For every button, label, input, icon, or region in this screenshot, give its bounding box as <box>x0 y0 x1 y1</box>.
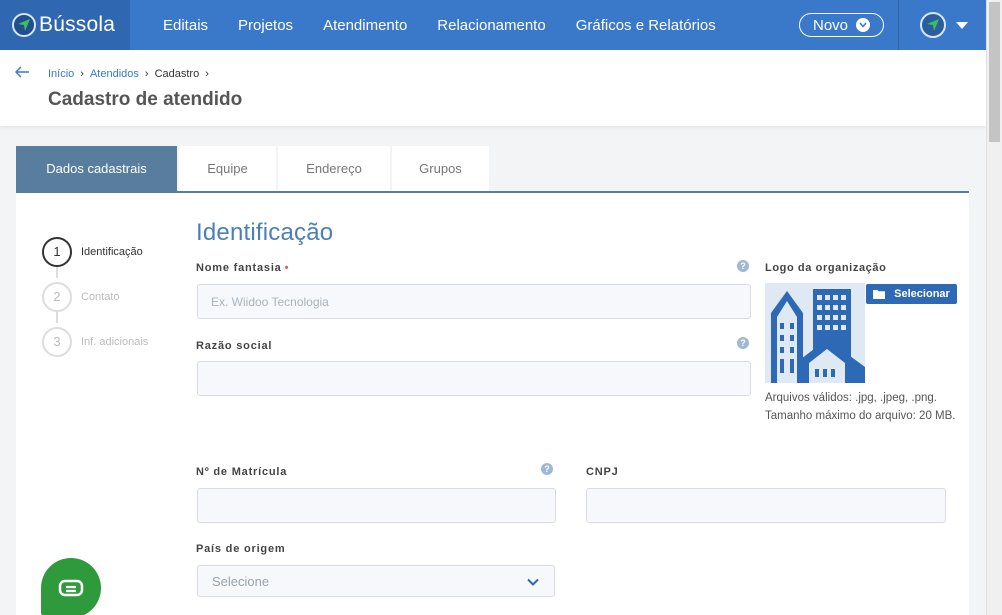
back-arrow-icon[interactable] <box>14 64 30 80</box>
chevron-right-icon: › <box>205 68 209 80</box>
stepper: 1 Identificação 2 Contato 3 Inf. adicion… <box>42 229 148 364</box>
help-icon[interactable]: ? <box>737 337 749 349</box>
tab-equipe[interactable]: Equipe <box>179 146 276 191</box>
scrollbar-thumb[interactable] <box>989 2 1000 142</box>
page-scrollbar[interactable] <box>986 0 1002 615</box>
cnpj-input[interactable] <box>586 488 946 523</box>
caret-down-icon <box>956 21 968 29</box>
page-header: Início › Atendidos › Cadastro › Cadastro… <box>0 50 986 126</box>
breadcrumb: Início › Atendidos › Cadastro › <box>48 68 209 80</box>
folder-icon <box>873 290 886 299</box>
nav-item-graficos-relatorios[interactable]: Gráficos e Relatórios <box>561 17 731 34</box>
select-logo-label: Selecionar <box>894 288 950 300</box>
chevron-down-icon <box>527 578 539 586</box>
logo-file-hint: Arquivos válidos: .jpg, .jpeg, .png. Tam… <box>765 392 956 422</box>
nav-item-editais[interactable]: Editais <box>148 17 223 34</box>
pais-select-value: Selecione <box>212 573 270 589</box>
novo-button[interactable]: Novo <box>799 13 884 37</box>
step-inf-adicionais[interactable]: 3 Inf. adicionais <box>42 319 148 364</box>
nome-fantasia-label-text: Nome fantasia <box>196 262 282 274</box>
help-icon[interactable]: ? <box>541 463 553 475</box>
pais-label: País de origem <box>196 543 286 555</box>
breadcrumb-inicio[interactable]: Início <box>48 68 74 80</box>
cnpj-label: CNPJ <box>586 466 619 478</box>
app-logo[interactable]: Bússola <box>0 0 130 50</box>
help-icon[interactable]: ? <box>737 260 749 272</box>
step-contato[interactable]: 2 Contato <box>42 274 148 323</box>
novo-label: Novo <box>812 16 849 34</box>
user-menu[interactable] <box>920 12 968 38</box>
chat-button[interactable] <box>41 558 101 615</box>
section-title: Identificação <box>196 219 334 246</box>
matricula-input[interactable] <box>197 488 556 523</box>
nav-item-relacionamento[interactable]: Relacionamento <box>422 17 560 34</box>
step-label: Inf. adicionais <box>81 335 149 348</box>
razao-social-input[interactable] <box>197 361 751 396</box>
nome-fantasia-label: Nome fantasia • <box>196 262 289 274</box>
step-number: 2 <box>42 281 72 312</box>
nome-fantasia-input[interactable] <box>197 284 751 319</box>
razao-social-label: Razão social <box>196 340 273 352</box>
app-name: Bússola <box>39 13 116 36</box>
nav-item-atendimento[interactable]: Atendimento <box>308 17 422 34</box>
step-number: 3 <box>42 326 72 357</box>
step-identificacao[interactable]: 1 Identificação <box>42 229 148 278</box>
chevron-right-icon: › <box>80 68 84 80</box>
nav-divider <box>898 0 899 50</box>
breadcrumb-cadastro: Cadastro <box>154 68 200 80</box>
step-number: 1 <box>42 236 72 267</box>
matricula-label: Nº de Matrícula <box>196 466 288 478</box>
tab-endereco[interactable]: Endereço <box>278 146 390 191</box>
tab-dados-cadastrais[interactable]: Dados cadastrais <box>16 146 177 191</box>
nav-item-projetos[interactable]: Projetos <box>223 17 308 34</box>
main-menu: Editais Projetos Atendimento Relacioname… <box>148 0 731 50</box>
tab-grupos[interactable]: Grupos <box>392 146 489 191</box>
avatar <box>920 12 946 38</box>
step-label: Contato <box>81 290 120 303</box>
logo-preview-image <box>765 283 865 383</box>
page-title: Cadastro de atendido <box>48 89 243 110</box>
compass-icon <box>12 13 36 37</box>
select-logo-button[interactable]: Selecionar <box>866 284 957 304</box>
chat-icon <box>58 579 84 597</box>
logo-label: Logo da organização <box>765 262 887 274</box>
top-navbar: Bússola Editais Projetos Atendimento Rel… <box>0 0 986 50</box>
breadcrumb-atendidos[interactable]: Atendidos <box>90 68 139 80</box>
required-mark: • <box>284 262 290 274</box>
step-label: Identificação <box>81 245 143 258</box>
pais-select[interactable]: Selecione <box>197 565 555 597</box>
form-card: 1 Identificação 2 Contato 3 Inf. adicion… <box>16 193 969 615</box>
form-tabs: Dados cadastrais Equipe Endereço Grupos <box>16 146 489 191</box>
chevron-down-icon <box>856 18 871 32</box>
chevron-right-icon: › <box>144 68 149 80</box>
